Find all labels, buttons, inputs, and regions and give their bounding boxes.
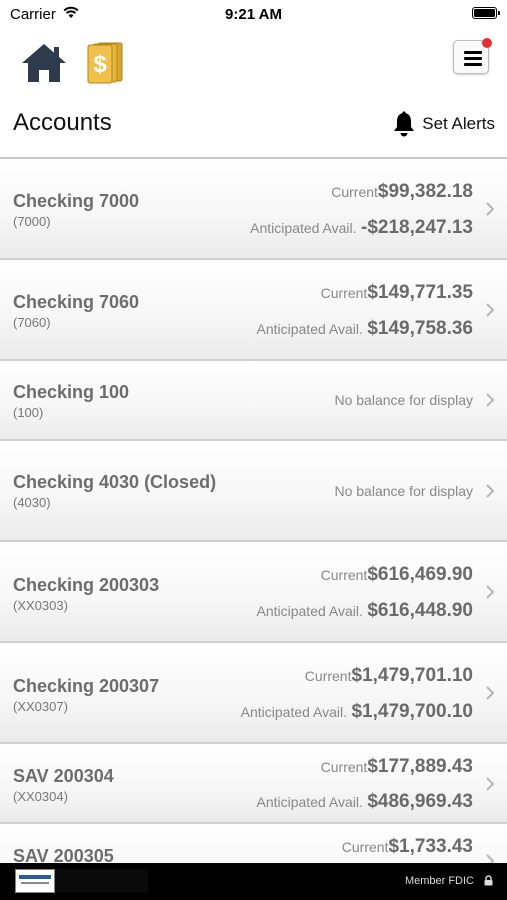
current-balance: Current$616,469.90 bbox=[320, 564, 473, 585]
account-number: (4030) bbox=[13, 495, 51, 510]
chevron-right-icon bbox=[486, 777, 494, 791]
page-title: Accounts bbox=[13, 109, 112, 136]
account-name: Checking 7060 bbox=[13, 292, 140, 312]
anticipated-balance: Anticipated Avail. $1,479,700.10 bbox=[240, 701, 473, 722]
account-number: (XX0304) bbox=[13, 789, 68, 804]
chevron-right-icon bbox=[486, 686, 494, 700]
chevron-right-icon bbox=[486, 202, 494, 216]
account-row[interactable]: Checking 7060 (7060) Current$149,771.35 … bbox=[0, 260, 507, 361]
account-name: SAV 200304 bbox=[13, 766, 114, 786]
lock-icon bbox=[484, 875, 493, 886]
set-alerts-button[interactable]: Set Alerts bbox=[392, 110, 495, 138]
account-row[interactable]: Checking 4030 (Closed) (4030) No balance… bbox=[0, 441, 507, 542]
account-number: (XX0307) bbox=[13, 699, 68, 714]
current-balance: Current$149,771.35 bbox=[320, 282, 473, 303]
account-row[interactable]: Checking 200303 (XX0303) Current$616,469… bbox=[0, 542, 507, 643]
account-name: Checking 200307 bbox=[13, 676, 160, 696]
anticipated-balance: Anticipated Avail. $486,969.43 bbox=[256, 791, 474, 812]
set-alerts-label: Set Alerts bbox=[422, 114, 495, 133]
current-balance: Current$177,889.43 bbox=[320, 756, 473, 777]
clock: 9:21 AM bbox=[225, 6, 282, 23]
bank-logo bbox=[15, 869, 55, 893]
account-row[interactable]: SAV 200304 (XX0304) Current$177,889.43 A… bbox=[0, 744, 507, 824]
member-fdic-label: Member FDIC bbox=[404, 875, 474, 887]
account-row[interactable]: Checking 7000 (7000) Current$99,382.18 A… bbox=[0, 159, 507, 260]
chevron-right-icon bbox=[486, 303, 494, 317]
dollar-icon[interactable]: $ bbox=[86, 40, 124, 84]
battery-icon bbox=[472, 7, 500, 19]
anticipated-balance: Anticipated Avail. -$218,247.13 bbox=[250, 217, 473, 238]
account-name: Checking 100 bbox=[13, 382, 130, 402]
anticipated-balance: Anticipated Avail. $616,448.90 bbox=[256, 600, 474, 621]
account-row[interactable]: Checking 200307 (XX0307) Current$1,479,7… bbox=[0, 643, 507, 744]
notification-dot bbox=[482, 38, 492, 48]
current-balance: Current$1,733.43 bbox=[341, 836, 473, 857]
menu-button[interactable] bbox=[453, 38, 492, 76]
account-list: Checking 7000 (7000) Current$99,382.18 A… bbox=[0, 157, 507, 865]
current-balance: Current$99,382.18 bbox=[331, 181, 473, 202]
account-number: (7000) bbox=[13, 214, 51, 229]
account-name: Checking 7000 bbox=[13, 191, 140, 211]
bank-logo-strip bbox=[55, 869, 148, 893]
account-name: Checking 4030 (Closed) bbox=[13, 472, 217, 492]
anticipated-balance: Anticipated Avail. $149,758.36 bbox=[256, 318, 474, 339]
current-balance: Current$1,479,701.10 bbox=[304, 665, 473, 686]
account-number: (100) bbox=[13, 405, 44, 420]
home-icon[interactable] bbox=[20, 42, 68, 84]
account-row[interactable]: SAV 200305 Current$1,733.43 bbox=[0, 824, 507, 865]
status-bar: Carrier 9:21 AM bbox=[0, 0, 507, 28]
account-number: (7060) bbox=[13, 315, 51, 330]
chevron-right-icon bbox=[486, 393, 494, 407]
account-name: Checking 200303 bbox=[13, 575, 160, 595]
svg-text:$: $ bbox=[93, 51, 107, 78]
account-number: (XX0303) bbox=[13, 598, 68, 613]
footer-bar: Member FDIC bbox=[0, 863, 507, 900]
chevron-right-icon bbox=[486, 484, 494, 498]
bell-icon bbox=[394, 111, 415, 137]
account-row[interactable]: Checking 100 (100) No balance for displa… bbox=[0, 361, 507, 441]
no-balance-message: No balance for display bbox=[334, 483, 473, 499]
no-balance-message: No balance for display bbox=[334, 392, 473, 408]
chevron-right-icon bbox=[486, 585, 494, 599]
